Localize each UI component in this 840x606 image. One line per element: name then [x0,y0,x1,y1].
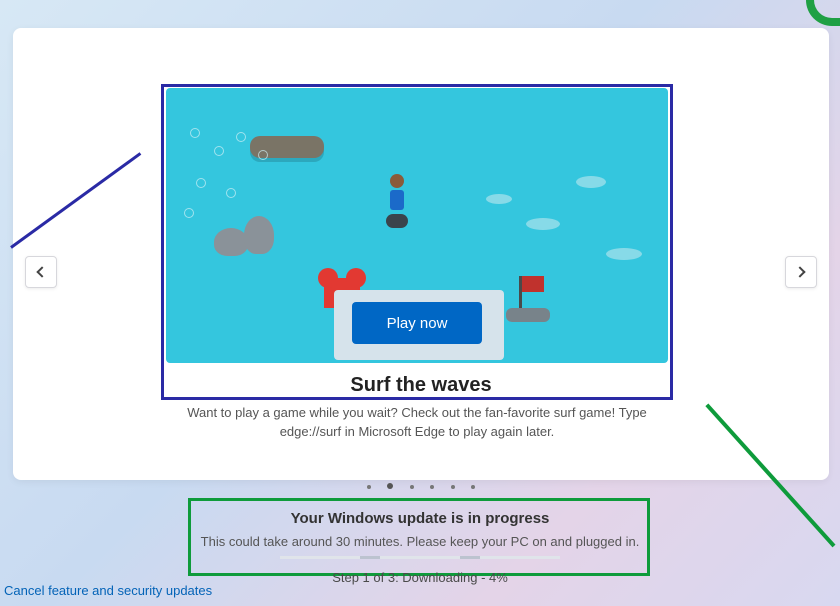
cancel-updates-link[interactable]: Cancel feature and security updates [4,583,212,598]
carousel-dot-2[interactable] [410,485,414,489]
carousel-dot-4[interactable] [451,485,455,489]
carousel-prev-button[interactable] [25,256,57,288]
game-surfer-icon [386,174,408,230]
game-flag-icon [506,276,550,322]
carousel-dot-1[interactable] [387,483,393,489]
carousel-description: Want to play a game while you wait? Chec… [166,404,668,442]
carousel-card: Play now Surf the waves Want to play a g… [13,28,829,480]
carousel-next-button[interactable] [785,256,817,288]
carousel-dot-5[interactable] [471,485,475,489]
play-now-button[interactable]: Play now [352,302,482,344]
carousel-dots [13,476,829,494]
update-progress-bar [280,556,560,559]
annotation-line-blue [10,152,141,248]
carousel-dot-0[interactable] [367,485,371,489]
chevron-right-icon [794,266,805,277]
update-status-title: Your Windows update is in progress [0,510,840,527]
carousel-dot-3[interactable] [430,485,434,489]
decorative-annotation-curve [806,0,840,26]
surf-game-illustration: Play now [166,88,668,363]
chevron-left-icon [36,266,47,277]
update-status-subtitle: This could take around 30 minutes. Pleas… [0,534,840,549]
game-rocks-icon [214,216,294,256]
carousel-title: Surf the waves [13,374,829,397]
